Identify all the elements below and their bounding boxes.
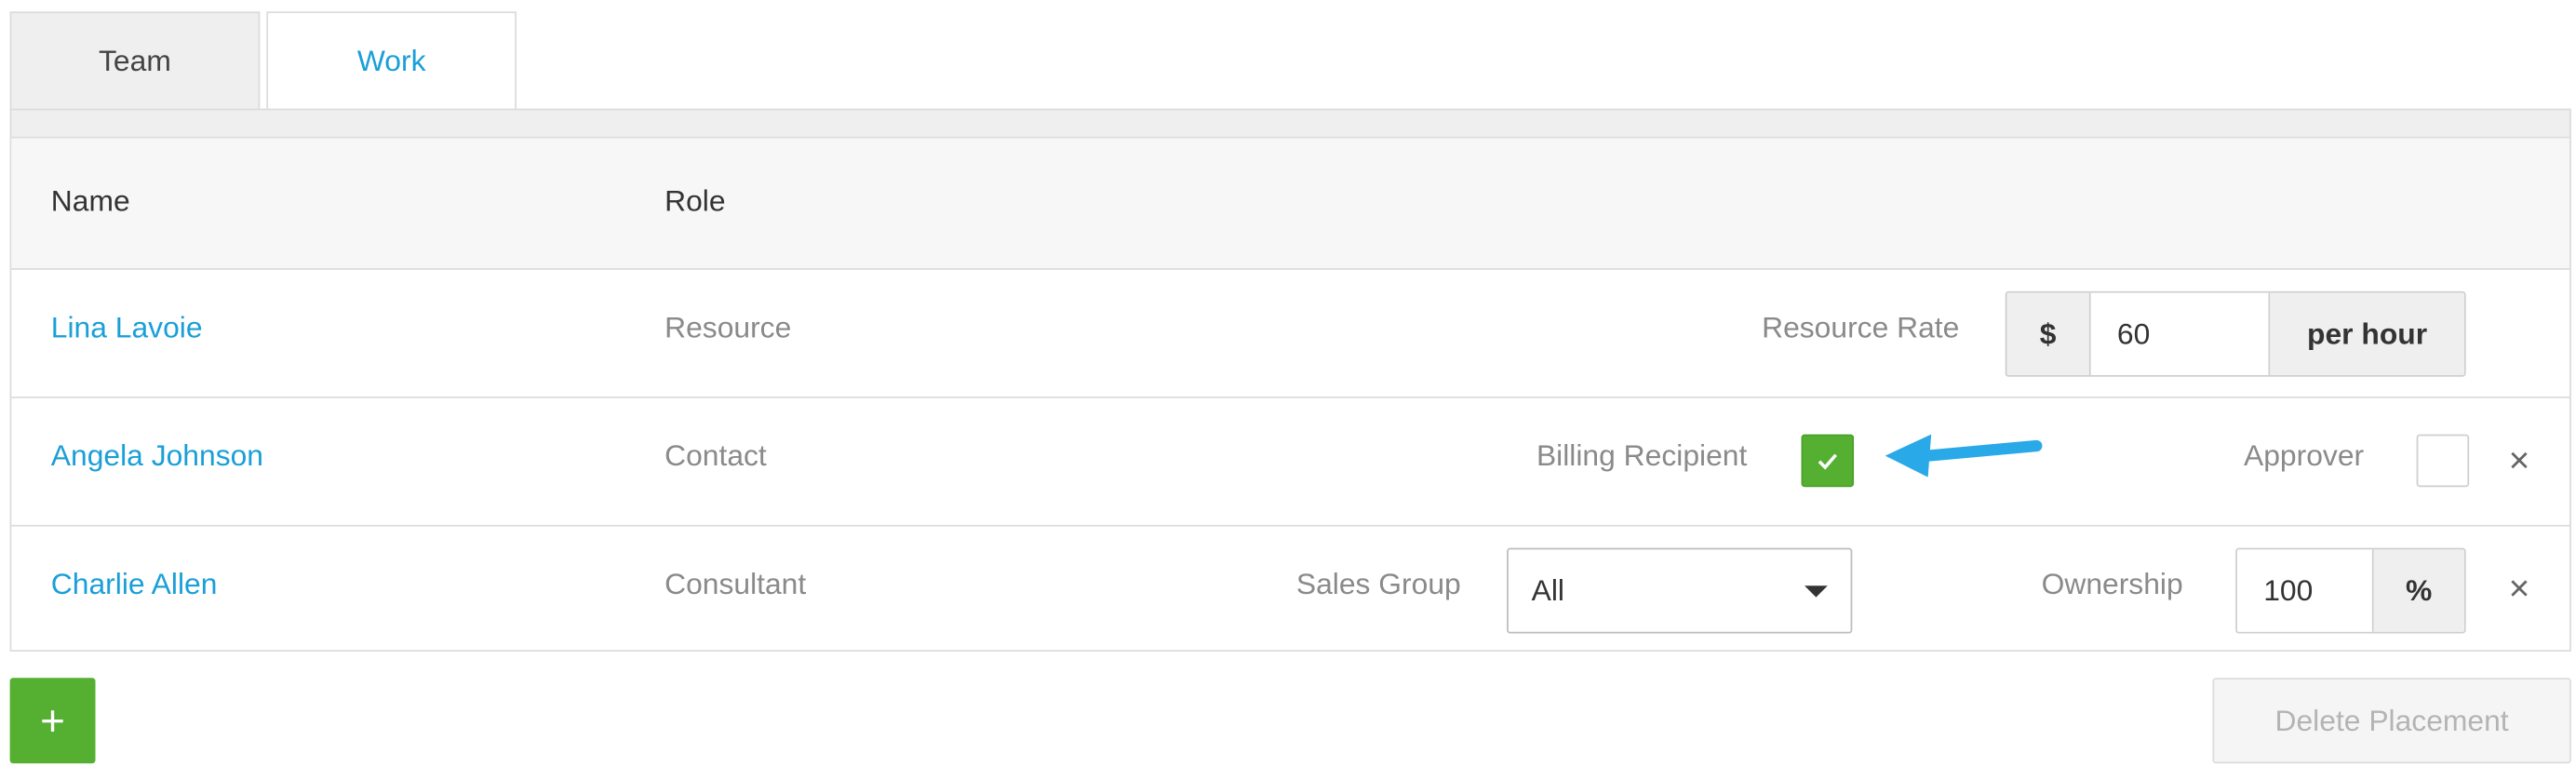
resource-rate-label: Resource Rate: [1762, 311, 1960, 344]
table-row: Lina Lavoie Resource Resource Rate $ 60 …: [11, 270, 2569, 398]
ownership-label: Ownership: [2041, 567, 2183, 601]
team-tab-page: Team Work Name Role Lina Lavoie Resource…: [0, 0, 2576, 767]
ownership-input-group: 100 %: [2235, 547, 2466, 634]
check-icon: [1818, 453, 1837, 470]
resource-rate-input-group: $ 60 per hour: [2005, 290, 2466, 377]
caret-down-icon: [1805, 585, 1828, 598]
column-header-role: Role: [664, 183, 726, 218]
per-hour-addon: per hour: [2270, 292, 2464, 376]
close-icon[interactable]: ×: [2509, 442, 2530, 478]
team-table: Name Role Lina Lavoie Resource Resource …: [11, 136, 2569, 651]
add-member-button[interactable]: +: [9, 678, 96, 764]
close-icon[interactable]: ×: [2509, 570, 2530, 607]
member-role: Contact: [664, 438, 767, 473]
table-row: Angela Johnson Contact Billing Recipient…: [11, 398, 2569, 527]
billing-recipient-checkbox[interactable]: [1801, 434, 1855, 488]
sales-group-label: Sales Group: [1295, 567, 1461, 601]
table-header: Name Role: [11, 138, 2569, 270]
table-row: Charlie Allen Consultant Sales Group All…: [11, 527, 2569, 655]
member-name-link[interactable]: Charlie Allen: [51, 568, 218, 602]
member-name-link[interactable]: Angela Johnson: [51, 439, 263, 474]
arrow-left-icon: [1885, 434, 2043, 478]
resource-rate-input[interactable]: 60: [2088, 292, 2271, 376]
approver-checkbox[interactable]: [2416, 434, 2470, 488]
member-role: Consultant: [664, 567, 807, 601]
sales-group-select[interactable]: All: [1507, 547, 1853, 634]
column-header-name: Name: [50, 183, 130, 218]
member-role: Resource: [664, 311, 792, 344]
member-name-link[interactable]: Lina Lavoie: [51, 311, 203, 345]
tab-work[interactable]: Work: [266, 11, 517, 111]
team-panel: Name Role Lina Lavoie Resource Resource …: [9, 108, 2571, 652]
currency-addon: $: [2006, 292, 2089, 376]
ownership-input[interactable]: 100: [2236, 549, 2374, 632]
percent-addon: %: [2373, 549, 2464, 632]
sales-group-value: All: [1531, 573, 1565, 607]
approver-label: Approver: [2244, 438, 2365, 473]
billing-recipient-label: Billing Recipient: [1536, 438, 1748, 473]
delete-placement-button[interactable]: Delete Placement: [2212, 678, 2571, 764]
tab-team[interactable]: Team: [9, 11, 261, 111]
tab-bar: Team Work: [9, 11, 523, 111]
